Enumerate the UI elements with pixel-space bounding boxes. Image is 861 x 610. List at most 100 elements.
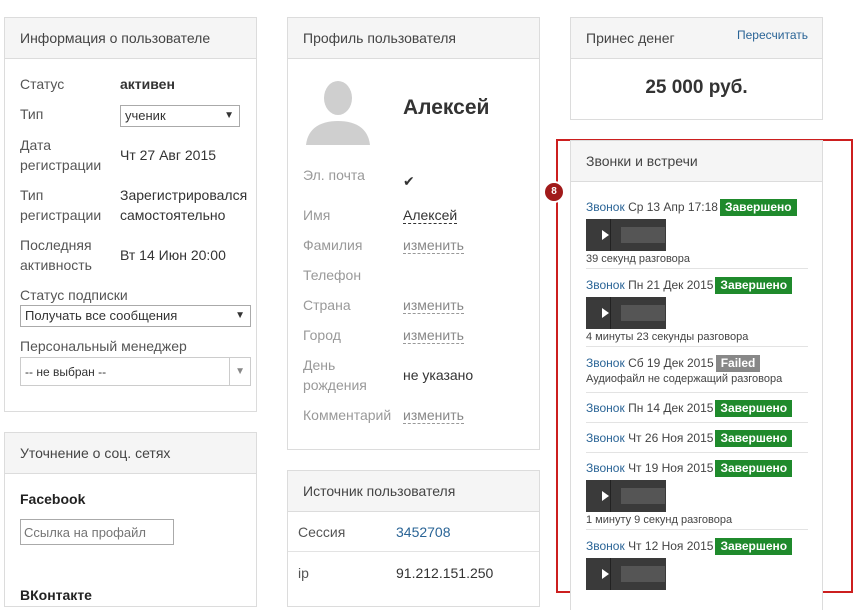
call-divider [586, 392, 808, 393]
call-date: Чт 19 Ноя 2015 [628, 461, 714, 475]
play-icon[interactable] [602, 569, 609, 579]
money-head: Принес денег Пересчитать [571, 18, 822, 59]
city-edit-link[interactable]: изменить [403, 325, 464, 345]
call-link[interactable]: Звонок [586, 356, 625, 370]
calls-title: Звонки и встречи [571, 141, 822, 182]
reg-type-label: Тип регистрации [20, 185, 101, 225]
money-amount: 25 000 руб. [645, 77, 748, 98]
status-value: активен [120, 76, 175, 92]
birthday-value: не указано [403, 367, 474, 383]
call-item-3: Звонок Сб 19 Дек 2015 Failed Аудиофайл не… [586, 355, 836, 385]
subscription-select[interactable]: Получать все сообщения ▼ [20, 305, 251, 327]
reg-date-value: Чт 27 Авг 2015 [120, 147, 217, 163]
session-link[interactable]: 3452708 [396, 522, 451, 542]
profile-panel: Профиль пользователя Алексей Эл. почта ✔… [287, 17, 540, 450]
call-item-7: Звонок Чт 12 Ноя 2015 Завершено [586, 538, 836, 590]
source-panel: Источник пользователя Сессия 3452708 ip … [287, 470, 540, 607]
avatar [302, 73, 374, 145]
call-item-6: Звонок Чт 19 Ноя 2015 Завершено 1 минуту … [586, 460, 836, 526]
last-name-edit-link[interactable]: изменить [403, 235, 464, 255]
source-title: Источник пользователя [288, 471, 539, 512]
call-divider [586, 422, 808, 423]
play-icon[interactable] [602, 230, 609, 240]
call-link[interactable]: Звонок [586, 431, 625, 445]
comment-label: Комментарий [303, 407, 392, 423]
play-icon[interactable] [602, 491, 609, 501]
call-date: Пн 21 Дек 2015 [628, 278, 714, 292]
call-date: Сб 19 Дек 2015 [628, 356, 714, 370]
call-item-4: Звонок Пн 14 Дек 2015 Завершено [586, 400, 836, 417]
call-divider [586, 268, 808, 269]
country-edit-text: изменить [403, 297, 464, 314]
birthday-label-line2: рождения [303, 377, 367, 393]
reg-type-value-line2: самостоятельно [120, 207, 226, 223]
money-panel: Принес денег Пересчитать 25 000 руб. [570, 17, 823, 120]
last-active-value: Вт 14 Июн 20:00 [120, 247, 226, 263]
audio-player[interactable] [586, 480, 666, 512]
call-link[interactable]: Звонок [586, 200, 625, 214]
type-select[interactable]: ученик ▼ [120, 105, 240, 127]
status-label: Статус [20, 76, 65, 92]
user-info-title: Информация о пользователе [5, 18, 256, 59]
call-duration: 39 секунд разговора [586, 253, 691, 265]
audio-progress-bar[interactable] [621, 488, 665, 504]
social-title: Уточнение о соц. сетях [5, 433, 256, 474]
manager-select[interactable]: -- не выбран -- ▼ [20, 357, 251, 386]
status-badge: Завершено [715, 277, 793, 294]
first-name-label: Имя [303, 207, 331, 223]
call-duration: 1 минуту 9 секунд разговора [586, 514, 733, 526]
facebook-label: Facebook [20, 491, 86, 507]
audio-player[interactable] [586, 219, 666, 251]
facebook-input[interactable] [20, 519, 174, 545]
reg-type-value: Зарегистрировался самостоятельно [120, 185, 247, 225]
last-active-label: Последняя активность [20, 235, 92, 275]
call-divider [586, 452, 808, 453]
first-name-text: Алексей [403, 207, 458, 224]
reg-date-label: Дата регистрации [20, 135, 101, 175]
last-name-label: Фамилия [303, 237, 363, 253]
call-link[interactable]: Звонок [586, 278, 625, 292]
source-divider [288, 551, 539, 552]
audio-progress-bar[interactable] [621, 227, 665, 243]
status-badge: Завершено [715, 538, 793, 555]
call-date: Чт 12 Ноя 2015 [628, 539, 714, 553]
reg-type-value-line1: Зарегистрировался [120, 187, 248, 203]
call-item-1: Звонок Ср 13 Апр 17:18 Завершено 39 секун… [586, 199, 836, 265]
subscription-label: Статус подписки [20, 287, 128, 303]
birthday-label-line1: День [303, 357, 336, 373]
check-icon: ✔ [403, 173, 415, 189]
call-date: Пн 14 Дек 2015 [628, 401, 714, 415]
call-divider [586, 346, 808, 347]
play-icon[interactable] [602, 308, 609, 318]
phone-label: Телефон [303, 267, 362, 283]
call-date: Чт 26 Ноя 2015 [628, 431, 714, 445]
status-badge: Завершено [715, 400, 793, 417]
audio-player[interactable] [586, 558, 666, 590]
vk-label: ВКонтакте [20, 587, 92, 603]
reg-date-label-line2: регистрации [20, 157, 102, 173]
audio-progress-bar[interactable] [621, 305, 665, 321]
call-item-5: Звонок Чт 26 Ноя 2015 Завершено [586, 430, 836, 447]
call-link[interactable]: Звонок [586, 539, 625, 553]
chevron-down-icon: ▼ [224, 110, 234, 121]
first-name-value[interactable]: Алексей [403, 205, 458, 225]
type-label: Тип [20, 106, 44, 122]
country-edit-link[interactable]: изменить [403, 295, 464, 315]
call-date: Ср 13 Апр 17:18 [628, 200, 718, 214]
reg-type-label-line1: Тип [20, 187, 44, 203]
call-link[interactable]: Звонок [586, 461, 625, 475]
recalc-link[interactable]: Пересчитать [737, 15, 808, 55]
reg-date-label-line1: Дата [20, 137, 52, 153]
comment-edit-text: изменить [403, 407, 464, 424]
ip-value: 91.212.151.250 [396, 565, 494, 581]
subscription-select-value: Получать все сообщения [25, 308, 178, 323]
audio-player[interactable] [586, 297, 666, 329]
comment-edit-link[interactable]: изменить [403, 405, 464, 425]
audio-progress-bar[interactable] [621, 566, 665, 582]
call-link[interactable]: Звонок [586, 401, 625, 415]
status-badge: Завершено [715, 460, 793, 477]
ip-label: ip [298, 565, 309, 581]
type-select-value: ученик [125, 108, 166, 123]
city-edit-text: изменить [403, 327, 464, 344]
call-divider [586, 529, 808, 530]
